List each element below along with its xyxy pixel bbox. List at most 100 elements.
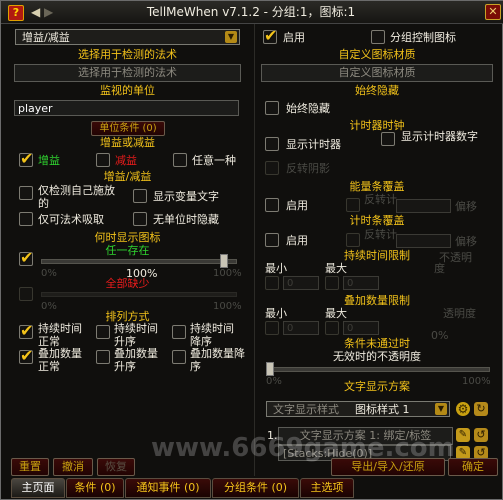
arrow-right-icon[interactable]: ▶ — [44, 5, 53, 19]
custom-texture-input[interactable]: 自定义图标材质 — [261, 64, 493, 82]
sort-duration-normal-label: 持续时间正常 — [38, 322, 88, 348]
unit-conditions-label: 单位条件 (0) — [99, 123, 157, 134]
stack-max-checkbox[interactable] — [325, 321, 339, 335]
confirm-button[interactable]: 确定 — [448, 458, 498, 476]
tab-group-conditions-label: 分组条件 (0) — [223, 481, 288, 494]
gear-icon[interactable]: ⚙ — [456, 402, 470, 416]
group-control-checkbox[interactable] — [371, 30, 385, 44]
always-hide-header: 始终隐藏 — [355, 84, 399, 97]
unit-value: player — [18, 102, 53, 115]
sort-item-3: 叠加数量正常 — [38, 347, 82, 373]
invalid-opacity-slider[interactable] — [266, 367, 490, 372]
show-var-text-checkbox[interactable] — [133, 189, 147, 203]
stack-min-label: 最小 — [265, 307, 287, 320]
unit-conditions-button[interactable]: 单位条件 (0) — [91, 121, 165, 136]
undo-icon[interactable]: ↺ — [474, 428, 488, 442]
tab-main-options-label: 主选项 — [310, 481, 344, 494]
tab-notifications[interactable]: 通知事件 (0) — [125, 478, 211, 498]
undo-label: 撤消 — [62, 460, 84, 473]
stack-limit-header: 叠加数量限制 — [344, 294, 410, 307]
icon-style-value: 图标样式 1 — [355, 403, 410, 416]
only-stealable-checkbox[interactable] — [19, 212, 33, 226]
tab-conditions-label: 条件 (0) — [74, 481, 116, 494]
show-when-exists-checkbox[interactable] — [19, 248, 33, 267]
tab-main[interactable]: 主页面 — [11, 478, 65, 498]
stack-min-input[interactable]: 0 — [283, 321, 319, 335]
energy-enable-checkbox[interactable] — [265, 198, 279, 212]
custom-texture-header: 自定义图标材质 — [338, 48, 416, 61]
timer-bar-offset-input[interactable] — [396, 234, 451, 248]
debuff-checkbox[interactable] — [96, 153, 110, 167]
undo-button[interactable]: 撤消 — [53, 458, 93, 476]
stack-min-checkbox[interactable] — [265, 321, 279, 335]
tab-notifications-label: 通知事件 (0) — [136, 481, 200, 494]
show-var-text-label: 显示变量文字 — [153, 190, 219, 203]
duration-max-input[interactable]: 0 — [343, 276, 379, 290]
when-show-header: 何时显示图标 — [94, 231, 161, 244]
reverse-shadow-checkbox[interactable] — [265, 161, 279, 175]
duration-min-input[interactable]: 0 — [283, 276, 319, 290]
enable-checkbox[interactable] — [263, 26, 277, 45]
stack-max-input[interactable]: 0 — [343, 321, 379, 335]
chevron-down-icon: ▼ — [435, 403, 447, 415]
duration-max-checkbox[interactable] — [325, 276, 339, 290]
show-timer-text-label: 显示计时器数字 — [401, 130, 491, 143]
sort-duration-desc-checkbox[interactable] — [172, 325, 186, 339]
duration-opacity-label: 度 — [434, 262, 445, 275]
tab-conditions[interactable]: 条件 (0) — [66, 478, 124, 498]
refresh-icon[interactable]: ↻ — [474, 402, 488, 416]
hide-no-unit-checkbox[interactable] — [133, 212, 147, 226]
spell-input[interactable]: 选择用于检测的法术 — [14, 64, 241, 82]
duration-min-checkbox[interactable] — [265, 276, 279, 290]
timer-bar-header: 计时条覆盖 — [349, 214, 405, 227]
exists-opacity-thumb[interactable] — [220, 254, 228, 268]
custom-texture-placeholder: 自定义图标材质 — [338, 66, 416, 79]
only-mine-text: 仅检测自己施放的 — [38, 184, 115, 210]
always-hide-checkbox[interactable] — [265, 101, 279, 115]
sort-stack-normal-checkbox[interactable] — [19, 346, 33, 365]
close-x-icon[interactable]: ✕ — [485, 4, 501, 20]
unit-input[interactable]: player — [14, 100, 239, 116]
show-timer-checkbox[interactable] — [265, 137, 279, 151]
timer-bar-reverse-checkbox[interactable] — [346, 233, 360, 247]
only-mine-checkbox[interactable] — [19, 186, 33, 200]
arrow-left-icon[interactable]: ◀ — [31, 5, 40, 19]
tab-group-conditions[interactable]: 分组条件 (0) — [212, 478, 299, 498]
redo-button[interactable]: 恢复 — [97, 458, 135, 476]
text-display-header: 文字显示方案 — [344, 380, 410, 393]
timer-bar-enable-checkbox[interactable] — [265, 233, 279, 247]
show-timer-text-checkbox[interactable] — [381, 132, 395, 146]
exists-opacity-slider[interactable] — [41, 259, 237, 264]
redo-label: 恢复 — [105, 460, 127, 473]
missing-opacity-slider[interactable] — [41, 292, 237, 297]
invalid-opacity-thumb[interactable] — [266, 362, 274, 376]
energy-offset-label: 偏移 — [455, 200, 477, 213]
sort-stack-asc-checkbox[interactable] — [96, 350, 110, 364]
either-label: 任意一种 — [192, 154, 236, 167]
edit-icon[interactable]: ✎ — [456, 428, 470, 442]
confirm-label: 确定 — [462, 460, 484, 473]
all-missing-label: 全部缺少 — [105, 277, 150, 290]
text-layout-dropdown[interactable]: 文字显示样式 图标样式 1 ▼ — [266, 401, 450, 417]
sort-item-4: 叠加数量升序 — [114, 347, 158, 373]
tab-main-options[interactable]: 主选项 — [300, 478, 354, 498]
sort-duration-normal-checkbox[interactable] — [19, 321, 33, 340]
close-icon[interactable]: ? — [8, 5, 24, 21]
sort-duration-asc-checkbox[interactable] — [96, 325, 110, 339]
energy-reverse-label: 反转计 — [364, 193, 397, 206]
reset-button[interactable]: 重置 — [11, 458, 49, 476]
energy-reverse-checkbox[interactable] — [346, 198, 360, 212]
either-checkbox[interactable] — [173, 153, 187, 167]
invalid-opacity-label: 无效时的不透明度 — [333, 350, 421, 363]
only-stealable-label: 仅可法术吸取 — [38, 213, 104, 226]
buff-checkbox[interactable] — [19, 149, 33, 168]
timer-bar-offset-label: 偏移 — [455, 235, 477, 248]
stack-opacity-suffix: 透明度 — [443, 307, 476, 320]
sort-stack-desc-checkbox[interactable] — [172, 350, 186, 364]
sort-stack-normal-label: 叠加数量正常 — [38, 347, 88, 373]
show-when-missing-checkbox[interactable] — [19, 287, 33, 301]
icon-type-dropdown[interactable]: 增益/减益 ▼ — [15, 29, 240, 45]
title-bar: ? ◀ ▶ TellMeWhen v7.1.2 - 分组:1，图标:1 ✕ — [1, 1, 503, 24]
unit-header: 监视的单位 — [100, 84, 155, 97]
energy-offset-input[interactable] — [396, 199, 451, 213]
